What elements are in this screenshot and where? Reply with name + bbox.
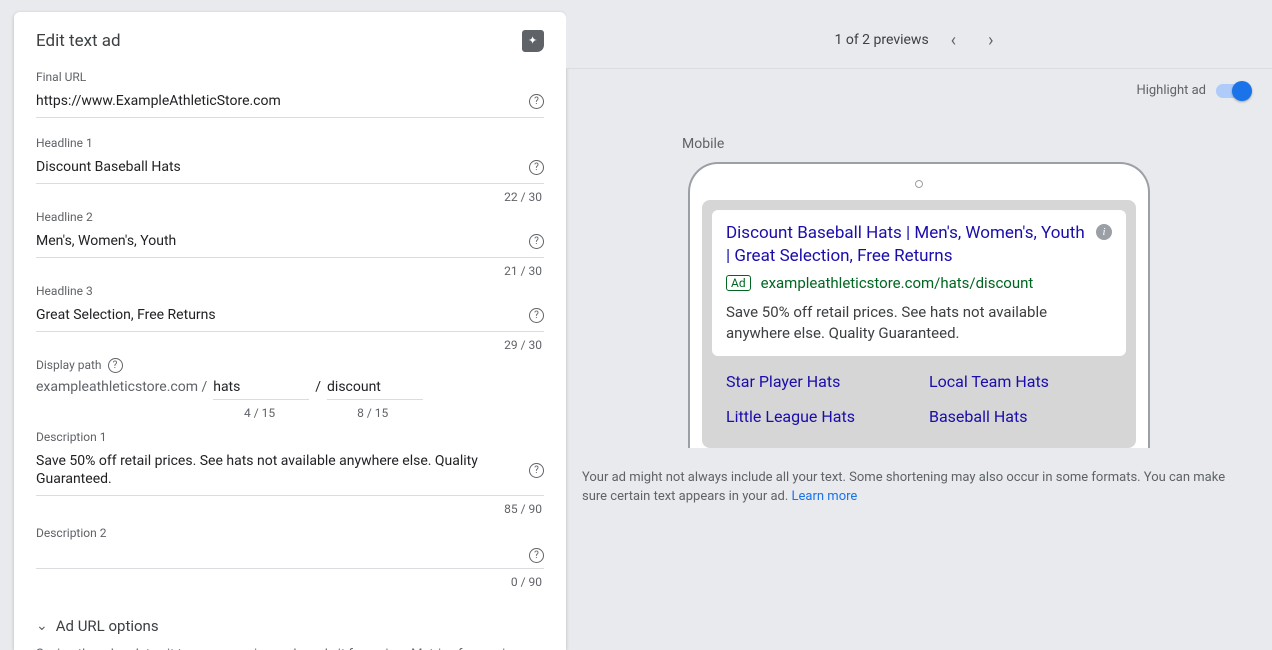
sitelink[interactable]: Little League Hats	[726, 407, 909, 426]
final-url-label: Final URL	[36, 70, 544, 84]
next-preview-button[interactable]: ›	[978, 24, 1003, 57]
prev-preview-button[interactable]: ‹	[941, 24, 966, 57]
sitelink[interactable]: Star Player Hats	[726, 372, 909, 391]
suggestions-icon[interactable]	[522, 30, 544, 52]
learn-more-link[interactable]: Learn more	[792, 489, 858, 504]
save-note: Saving the ad updates it to a new versio…	[36, 645, 544, 650]
headline1-input[interactable]: Discount Baseball Hats	[36, 156, 529, 179]
path1-input[interactable]: hats	[213, 379, 309, 400]
headline2-counter: 21 / 30	[36, 264, 544, 278]
path1-counter: 4 / 15	[244, 406, 275, 420]
preview-disclaimer: Your ad might not always include all you…	[566, 448, 1272, 507]
help-icon[interactable]: ?	[108, 358, 123, 373]
headline1-counter: 22 / 30	[36, 190, 544, 204]
ad-description: Save 50% off retail prices. See hats not…	[726, 302, 1112, 344]
headline2-label: Headline 2	[36, 210, 544, 224]
ad-preview-card: Discount Baseball Hats | Men's, Women's,…	[702, 200, 1136, 448]
panel-title: Edit text ad	[36, 31, 522, 51]
headline3-input[interactable]: Great Selection, Free Returns	[36, 304, 529, 327]
preview-topbar: 1 of 2 previews ‹ ›	[566, 12, 1272, 68]
help-icon[interactable]: ?	[529, 94, 544, 109]
display-path-label: Display path	[36, 358, 102, 372]
info-icon[interactable]: i	[1096, 224, 1112, 240]
desc2-input[interactable]	[36, 546, 529, 564]
display-domain: exampleathleticstore.com /	[36, 379, 207, 395]
speaker-icon	[915, 180, 923, 188]
desc2-counter: 0 / 90	[36, 575, 544, 589]
path2-input[interactable]: discount	[327, 379, 423, 400]
desc1-counter: 85 / 90	[36, 502, 544, 516]
sitelink[interactable]: Local Team Hats	[929, 372, 1112, 391]
help-icon[interactable]: ?	[529, 160, 544, 175]
ad-url-options-toggle[interactable]: ⌄ Ad URL options	[36, 617, 544, 635]
final-url-input[interactable]: https://www.ExampleAthleticStore.com	[36, 90, 529, 113]
headline3-counter: 29 / 30	[36, 338, 544, 352]
ad-badge: Ad	[726, 275, 751, 291]
preview-counter: 1 of 2 previews	[835, 32, 929, 48]
desc1-label: Description 1	[36, 430, 544, 444]
phone-frame: Discount Baseball Hats | Men's, Women's,…	[688, 162, 1150, 448]
path2-counter: 8 / 15	[357, 406, 388, 420]
ad-headline: Discount Baseball Hats | Men's, Women's,…	[726, 222, 1112, 268]
help-icon[interactable]: ?	[529, 463, 544, 478]
desc2-label: Description 2	[36, 526, 544, 540]
ad-display-url: exampleathleticstore.com/hats/discount	[761, 274, 1034, 292]
headline1-label: Headline 1	[36, 136, 544, 150]
highlight-ad-toggle[interactable]	[1216, 84, 1250, 98]
edit-panel: Edit text ad Final URL https://www.Examp…	[14, 12, 566, 650]
path-separator: /	[315, 379, 321, 395]
headline3-label: Headline 3	[36, 284, 544, 298]
desc1-input[interactable]: Save 50% off retail prices. See hats not…	[36, 450, 529, 492]
highlight-ad-label: Highlight ad	[1136, 83, 1206, 98]
help-icon[interactable]: ?	[529, 308, 544, 323]
mobile-label: Mobile	[682, 136, 724, 152]
help-icon[interactable]: ?	[529, 548, 544, 563]
sitelink[interactable]: Baseball Hats	[929, 407, 1112, 426]
chevron-down-icon: ⌄	[36, 618, 48, 634]
headline2-input[interactable]: Men's, Women's, Youth	[36, 230, 529, 253]
help-icon[interactable]: ?	[529, 234, 544, 249]
